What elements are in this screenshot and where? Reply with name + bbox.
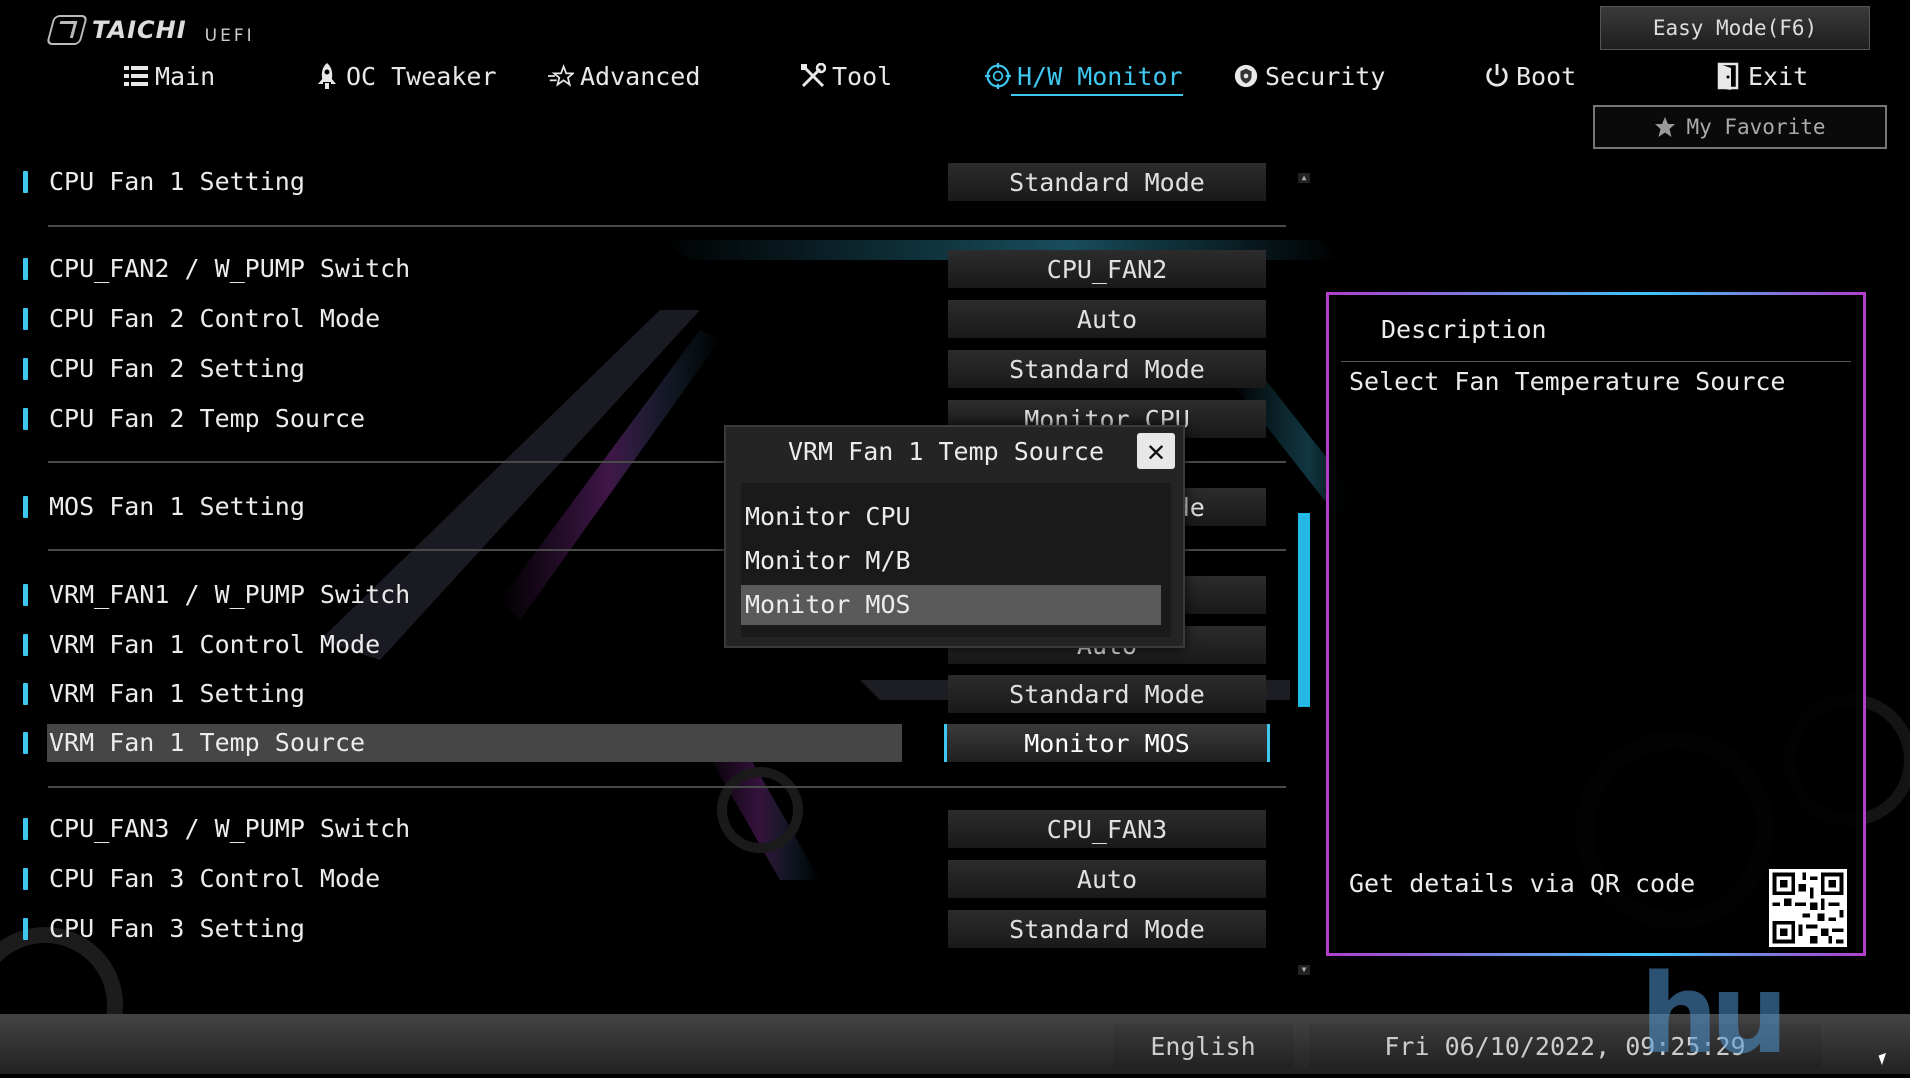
tab-boot[interactable]: Boot [1484,54,1576,98]
popup-option-label: Monitor MOS [745,590,911,619]
row-bullet [23,818,28,840]
setting-value[interactable]: CPU_FAN2 [948,250,1266,288]
setting-label: CPU Fan 2 Control Mode [49,304,381,333]
popup-option-label: Monitor M/B [745,546,911,575]
monitor-icon [985,63,1011,89]
tab-oc-tweaker[interactable]: OC Tweaker [314,54,497,98]
power-icon [1484,63,1510,89]
popup-option[interactable]: Monitor CPU [741,497,1161,537]
setting-value[interactable]: Monitor MOS [944,724,1270,762]
setting-value[interactable]: Auto [948,860,1266,898]
row-bullet [23,918,28,940]
popup-option-selected[interactable]: Monitor MOS [741,585,1161,625]
tab-tool[interactable]: Tool [800,54,892,98]
brand-sub: UEFI [204,26,255,46]
setting-label: CPU_FAN3 / W_PUMP Switch [49,814,411,843]
popup-option-label: Monitor CPU [745,502,911,531]
shield-icon [1233,63,1259,89]
my-favorite-button[interactable]: My Favorite [1593,105,1887,149]
qr-code-icon [1769,869,1847,947]
tab-boot-label: Boot [1516,61,1577,91]
description-title: Description [1381,315,1547,344]
setting-label: VRM Fan 1 Setting [49,679,305,708]
section-divider [48,786,1286,788]
tab-security-label: Security [1265,61,1386,91]
star-icon [548,63,574,89]
setting-label: VRM Fan 1 Control Mode [49,630,381,659]
row-bullet [23,171,28,193]
tab-security[interactable]: Security [1233,54,1385,98]
setting-row[interactable]: CPU Fan 3 Control Mode Auto [20,860,1286,900]
setting-row[interactable]: CPU Fan 3 Setting Standard Mode [20,910,1286,950]
brand-name: TAICHI [92,16,187,44]
setting-label: MOS Fan 1 Setting [49,492,305,521]
setting-label: CPU_FAN2 / W_PUMP Switch [49,254,411,283]
setting-row[interactable]: CPU Fan 2 Control Mode Auto [20,300,1286,340]
star-icon [1655,117,1676,137]
tools-icon [800,63,826,89]
scroll-up-arrow-icon[interactable]: ▲ [1298,173,1310,183]
description-text: Select Fan Temperature Source [1349,367,1786,396]
setting-label: CPU Fan 3 Control Mode [49,864,381,893]
setting-row[interactable]: CPU Fan 2 Setting Standard Mode [20,350,1286,390]
setting-row[interactable]: CPU_FAN3 / W_PUMP Switch CPU_FAN3 [20,810,1286,850]
row-bullet [23,868,28,890]
close-icon[interactable]: ✕ [1137,433,1175,469]
setting-row-selected[interactable]: VRM Fan 1 Temp Source Monitor MOS [20,724,1286,764]
watermark-logo-icon: hu [1640,950,1789,1078]
exit-icon [1716,62,1742,90]
tab-hw-monitor-label: H/W Monitor [1017,61,1183,91]
setting-label: VRM Fan 1 Temp Source [49,728,366,757]
qr-caption: Get details via QR code [1349,869,1696,898]
description-divider [1341,361,1851,362]
easy-mode-button[interactable]: Easy Mode(F6) [1600,6,1870,50]
row-bullet [23,683,28,705]
tab-advanced[interactable]: Advanced [548,54,700,98]
row-bullet [23,408,28,430]
popup-option[interactable]: Monitor M/B [741,541,1161,581]
tab-exit[interactable]: Exit [1716,54,1808,98]
description-panel: Description Select Fan Temperature Sourc… [1326,292,1866,956]
language-button[interactable]: English [1113,1024,1293,1068]
setting-label: CPU Fan 3 Setting [49,914,305,943]
tab-oc-tweaker-label: OC Tweaker [346,61,497,91]
setting-row[interactable]: CPU_FAN2 / W_PUMP Switch CPU_FAN2 [20,250,1286,290]
tab-advanced-label: Advanced [580,61,701,91]
tab-exit-label: Exit [1748,61,1809,91]
tab-main[interactable]: Main [123,54,215,98]
tab-tool-label: Tool [832,61,893,91]
row-bullet [23,496,28,518]
temp-source-popup: VRM Fan 1 Temp Source ✕ Monitor CPU Moni… [724,425,1185,648]
my-favorite-label: My Favorite [1686,115,1826,139]
popup-title: VRM Fan 1 Temp Source [787,437,1105,466]
row-bullet [23,308,28,330]
setting-value[interactable]: Standard Mode [948,910,1266,948]
scrollbar-thumb[interactable] [1298,513,1310,707]
row-bullet [23,258,28,280]
setting-label: CPU Fan 1 Setting [49,167,305,196]
tab-hw-monitor[interactable]: H/W Monitor [985,54,1183,98]
row-bullet [23,358,28,380]
section-divider [48,225,1286,227]
setting-value[interactable]: Standard Mode [948,350,1266,388]
setting-value[interactable]: Standard Mode [948,163,1266,201]
taichi-logo: TAICHI UEFI [45,14,255,46]
setting-row[interactable]: VRM Fan 1 Setting Standard Mode [20,675,1286,715]
setting-value[interactable]: Auto [948,300,1266,338]
setting-value[interactable]: Standard Mode [948,675,1266,713]
row-bullet [23,584,28,606]
tab-main-label: Main [155,61,216,91]
rocket-icon [314,63,340,89]
row-bullet [23,634,28,656]
list-icon [123,63,149,89]
setting-label: CPU Fan 2 Setting [49,354,305,383]
setting-label: CPU Fan 2 Temp Source [49,404,366,433]
taichi-logo-icon [45,15,89,45]
row-bullet [23,732,28,754]
setting-value[interactable]: CPU_FAN3 [948,810,1266,848]
setting-row[interactable]: CPU Fan 1 Setting Standard Mode [20,163,1286,203]
setting-label: VRM_FAN1 / W_PUMP Switch [49,580,411,609]
scroll-down-arrow-icon[interactable]: ▼ [1298,965,1310,975]
